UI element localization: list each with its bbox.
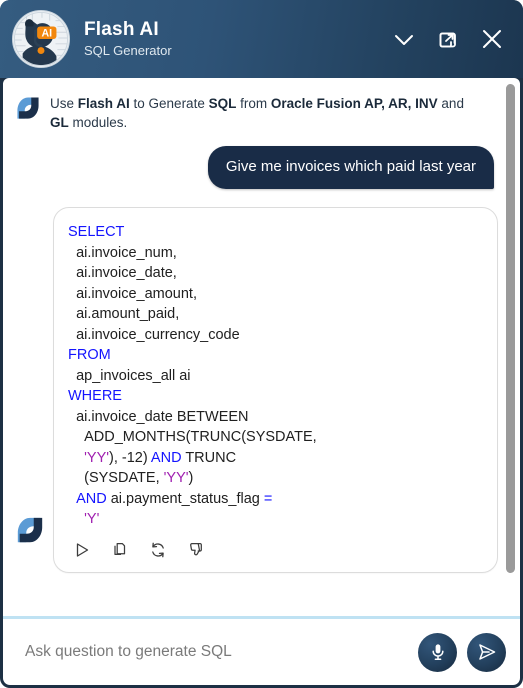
- ask-question-input[interactable]: [25, 632, 408, 672]
- chat-scrollbar[interactable]: [506, 84, 515, 610]
- header-title-group: Flash AI SQL Generator: [84, 19, 172, 59]
- sql-code-line: ai.invoice_currency_code: [68, 326, 240, 343]
- app-subtitle: SQL Generator: [84, 43, 172, 58]
- sql-code-line: ap_invoices_all ai: [68, 367, 191, 384]
- sql-code-line: SELECT: [68, 224, 125, 240]
- close-icon[interactable]: [477, 24, 507, 54]
- sql-code-line: (SYSDATE, 'YY'): [68, 470, 194, 486]
- flash-brand-mark-icon: [15, 95, 41, 121]
- copy-icon[interactable]: [110, 540, 130, 560]
- svg-text:AI: AI: [41, 28, 52, 40]
- chat-scrollbar-thumb[interactable]: [506, 84, 515, 574]
- expand-window-icon[interactable]: [433, 24, 463, 54]
- chat-area: Use Flash AI to Generate SQL from Oracle…: [3, 78, 520, 616]
- sql-code-line: FROM: [68, 347, 111, 363]
- sql-code-line: 'Y': [84, 511, 100, 527]
- user-message-bubble: Give me invoices which paid last year: [207, 146, 494, 189]
- intro-message: Use Flash AI to Generate SQL from Oracle…: [15, 92, 498, 132]
- sql-code-block: SELECT ai.invoice_num, ai.invoice_date, …: [68, 222, 483, 530]
- flash-brand-mark-icon: [15, 515, 45, 545]
- microphone-icon[interactable]: [418, 632, 457, 672]
- app-title: Flash AI: [84, 19, 159, 40]
- send-paper-plane-icon[interactable]: [467, 632, 506, 672]
- chat-scroll-container: Use Flash AI to Generate SQL from Oracle…: [3, 78, 520, 616]
- sql-code-line: ai.amount_paid,: [68, 306, 180, 322]
- intro-text-content: Use Flash AI to Generate SQL from Oracle…: [50, 96, 464, 130]
- thumbs-down-icon[interactable]: [186, 540, 206, 560]
- sql-code-line: WHERE: [68, 388, 122, 404]
- sql-action-bar: [68, 530, 483, 564]
- assistant-message-row: SELECT ai.invoice_num, ai.invoice_date, …: [15, 207, 498, 573]
- sql-code-line: AND ai.payment_status_flag =: [76, 490, 273, 507]
- user-message-row: Give me invoices which paid last year: [15, 146, 498, 189]
- regenerate-icon[interactable]: [148, 540, 168, 560]
- sql-code-line: ADD_MONTHS(TRUNC(SYSDATE,: [68, 429, 317, 445]
- window-header: AI Flash AI SQL Generator: [0, 0, 523, 78]
- sql-code-line: ai.invoice_amount,: [68, 285, 197, 302]
- sql-code-line: ai.invoice_date,: [68, 265, 177, 281]
- flash-ai-dog-mascot-logo: AI: [12, 10, 70, 68]
- flash-ai-chat-window: AI Flash AI SQL Generator Use Flash AI t…: [0, 0, 523, 688]
- minimize-chevron-down-icon[interactable]: [389, 24, 419, 54]
- composer-bar: [3, 619, 520, 685]
- intro-text: Use Flash AI to Generate SQL from Oracle…: [50, 92, 470, 132]
- sql-result-card: SELECT ai.invoice_num, ai.invoice_date, …: [53, 207, 498, 573]
- run-query-icon[interactable]: [72, 540, 92, 560]
- sql-code-line: 'YY'), -12) AND TRUNC: [84, 449, 237, 466]
- header-action-buttons: [389, 24, 507, 54]
- sql-code-line: ai.invoice_date BETWEEN: [68, 408, 249, 425]
- sql-code-line: ai.invoice_num,: [68, 244, 177, 261]
